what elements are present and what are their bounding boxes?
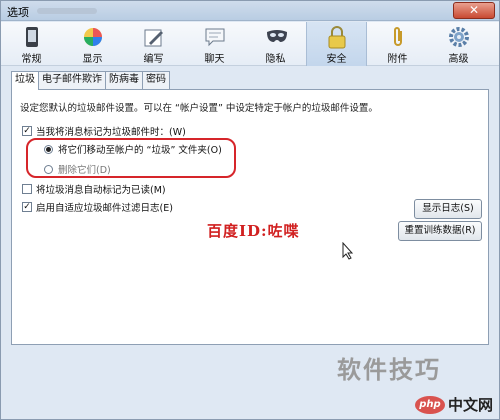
tab-junk[interactable]: 垃圾 [11, 71, 39, 90]
mask-icon [265, 25, 287, 49]
tab-antivirus[interactable]: 防病毒 [105, 71, 143, 89]
junk-panel: 设定您默认的垃圾邮件设置。可以在 “帐户设置” 中设定特定于帐户的垃圾邮件设置。… [11, 89, 489, 345]
mark-read-label: 将垃圾消息自动标记为已读(M) [36, 185, 166, 196]
mark-junk-checkbox[interactable]: ✓ [22, 126, 32, 136]
toolbar-label: 隐私 [265, 54, 286, 65]
adaptive-log-label: 启用自适应垃圾邮件过滤日志(E) [36, 203, 173, 214]
toolbar-item-security[interactable]: 安全 [306, 22, 367, 66]
baidu-id-watermark: 百度ID:咗喋 [207, 222, 300, 240]
gear-icon [448, 25, 470, 49]
paperclip-icon [387, 25, 409, 49]
lock-icon [326, 25, 348, 49]
toolbar-label: 聊天 [204, 54, 225, 65]
options-toolbar: 常规 显示 编写 聊天 隐私 安全 附件 高级 [1, 22, 499, 66]
title-bar: 选项 ✕ [1, 1, 499, 21]
tab-email-scams[interactable]: 电子邮件欺诈 [38, 71, 106, 89]
toolbar-label: 高级 [448, 54, 469, 65]
toolbar-label: 安全 [326, 54, 347, 65]
chat-icon [204, 25, 226, 49]
toolbar-item-compose[interactable]: 编写 [123, 22, 184, 66]
php-logo: php 中文网 [414, 394, 493, 415]
php-logo-mark: php [414, 395, 445, 414]
show-log-button[interactable]: 显示日志(S) [414, 199, 482, 219]
tab-strip: 垃圾 电子邮件欺诈 防病毒 密码 [11, 71, 170, 90]
mark-junk-label: 当我将消息标记为垃圾邮件时：(W) [36, 127, 186, 138]
toolbar-item-display[interactable]: 显示 [62, 22, 123, 66]
display-icon [82, 25, 104, 49]
red-annotation-outline [26, 138, 236, 178]
reset-training-data-button[interactable]: 重置训练数据(R) [398, 221, 482, 241]
close-button[interactable]: ✕ [453, 2, 495, 19]
toolbar-item-privacy[interactable]: 隐私 [245, 22, 306, 66]
tab-passwords[interactable]: 密码 [142, 71, 170, 89]
phone-icon [21, 25, 43, 49]
blurred-title-text [37, 8, 97, 14]
php-site-name: 中文网 [447, 396, 493, 414]
mark-read-option[interactable]: 将垃圾消息自动标记为已读(M) [22, 182, 166, 196]
toolbar-item-general[interactable]: 常规 [1, 22, 62, 66]
toolbar-item-attachments[interactable]: 附件 [367, 22, 428, 66]
options-window: 选项 ✕ 常规 显示 编写 聊天 隐私 安全 附件 高级 垃圾 电子邮件欺诈 防… [0, 0, 500, 420]
adaptive-log-checkbox[interactable]: ✓ [22, 202, 32, 212]
mouse-cursor-icon [342, 241, 354, 263]
adaptive-log-option[interactable]: ✓ 启用自适应垃圾邮件过滤日志(E) [22, 200, 173, 214]
toolbar-label: 编写 [143, 54, 164, 65]
toolbar-label: 显示 [82, 54, 103, 65]
mark-junk-option[interactable]: ✓ 当我将消息标记为垃圾邮件时：(W) [22, 124, 186, 138]
window-title: 选项 [7, 6, 29, 19]
site-watermark-text: 软件技巧 [337, 356, 441, 384]
compose-icon [143, 25, 165, 49]
toolbar-item-advanced[interactable]: 高级 [428, 22, 489, 66]
mark-read-checkbox[interactable] [22, 184, 32, 194]
toolbar-item-chat[interactable]: 聊天 [184, 22, 245, 66]
toolbar-label: 常规 [21, 54, 42, 65]
toolbar-label: 附件 [387, 54, 408, 65]
junk-description: 设定您默认的垃圾邮件设置。可以在 “帐户设置” 中设定特定于帐户的垃圾邮件设置。 [20, 103, 378, 114]
